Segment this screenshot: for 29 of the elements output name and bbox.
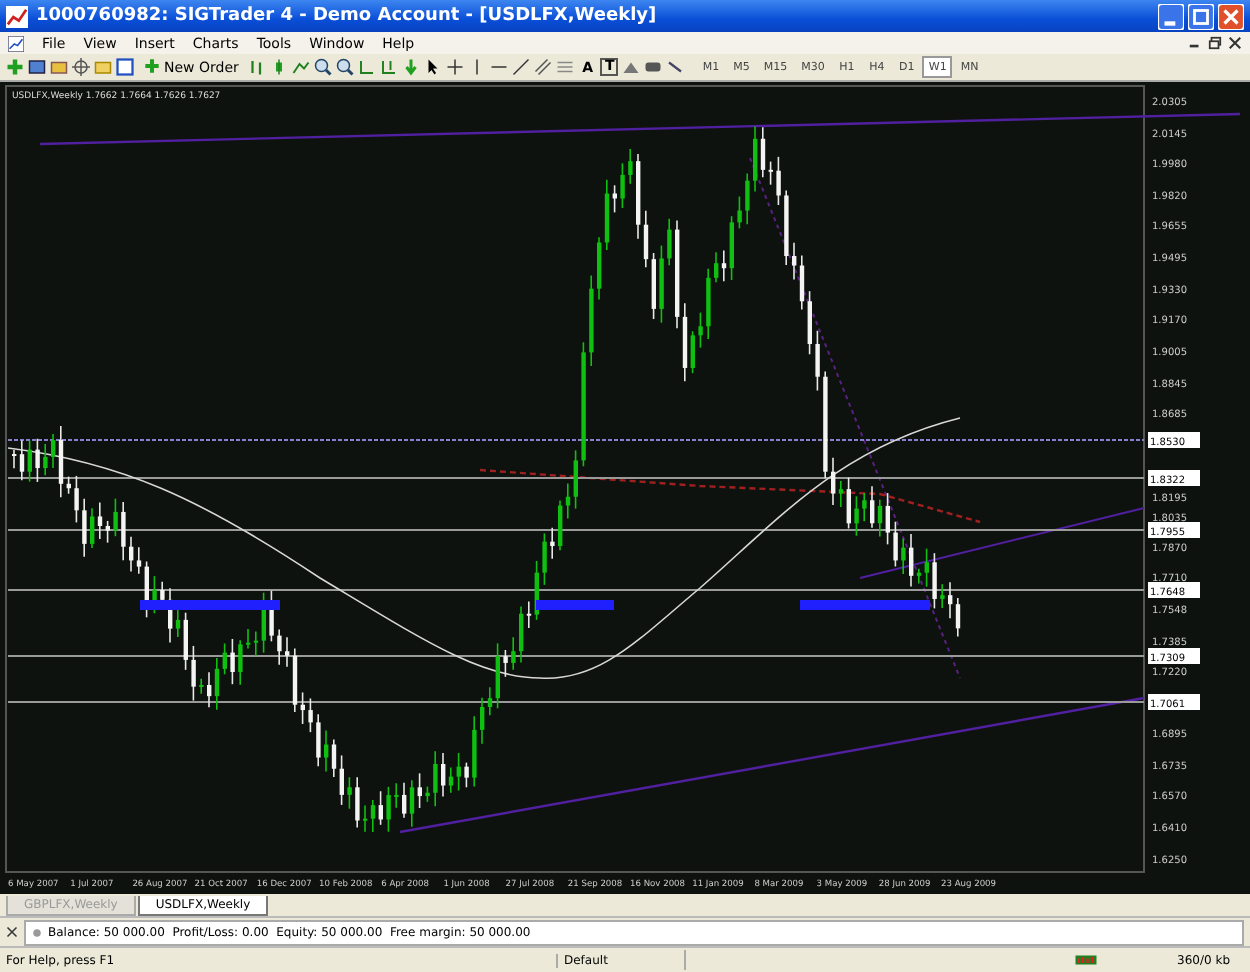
maximize-icon[interactable] xyxy=(1188,3,1214,30)
crosshair-icon[interactable] xyxy=(446,58,465,77)
bar-chart-icon[interactable] xyxy=(248,58,267,77)
window-icon[interactable] xyxy=(28,58,46,77)
channel-icon[interactable] xyxy=(534,58,553,77)
chart-icon xyxy=(8,35,24,52)
window-icon[interactable] xyxy=(116,58,134,77)
shift-icon[interactable] xyxy=(380,58,399,77)
line-chart-icon[interactable] xyxy=(292,58,311,77)
support-zone xyxy=(536,600,614,611)
close-icon[interactable] xyxy=(1228,36,1242,51)
plus-icon xyxy=(144,58,160,75)
rectangle-icon[interactable] xyxy=(644,58,663,77)
support-zone xyxy=(800,600,930,611)
close-icon[interactable] xyxy=(6,926,18,939)
zoom-out-icon[interactable] xyxy=(336,58,355,77)
window-title: 1000760982: SIGTrader 4 - Demo Account - [USDLFX,Weekly] xyxy=(36,6,659,27)
cursor-icon[interactable] xyxy=(424,58,443,77)
restore-icon[interactable] xyxy=(1208,36,1222,51)
chart-icon xyxy=(6,5,28,28)
scroll-icon[interactable] xyxy=(358,58,377,77)
connection-icon xyxy=(1074,954,1098,967)
status-dot-icon xyxy=(32,927,42,938)
zoom-in-icon[interactable] xyxy=(314,58,333,77)
trend-line-icon[interactable] xyxy=(512,58,531,77)
crosshair-icon[interactable] xyxy=(72,58,90,77)
support-zone xyxy=(140,600,280,611)
triangle-icon[interactable] xyxy=(622,58,641,77)
fibonacci-icon[interactable] xyxy=(556,58,575,77)
